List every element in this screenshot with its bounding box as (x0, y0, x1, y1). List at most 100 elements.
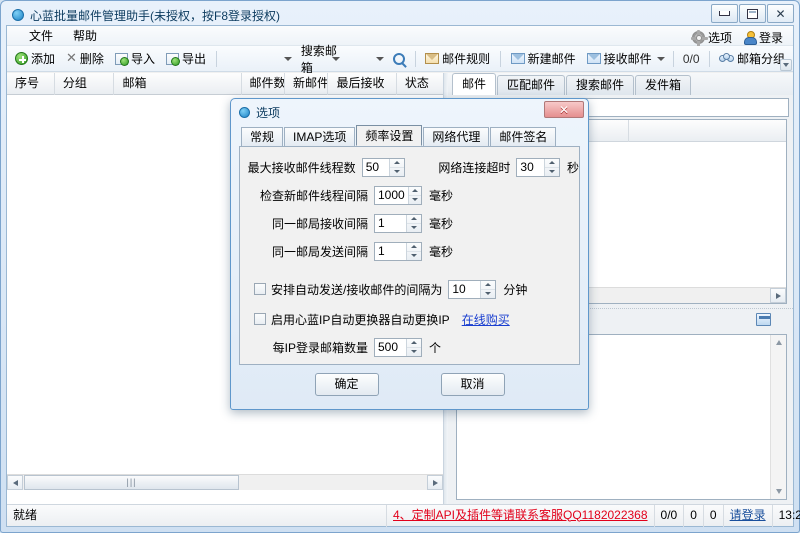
column-header-index[interactable]: 序号 (7, 73, 55, 95)
add-button[interactable]: 添加 (11, 48, 59, 69)
dialog-tab-imap[interactable]: IMAP选项 (284, 127, 355, 146)
column-header-lastrecv[interactable]: 最后接收 (328, 73, 396, 95)
same-server-send-spinner[interactable]: 1 (374, 242, 422, 261)
dialog-button-row: 确定 取消 (239, 373, 580, 397)
preview-scroll-up-button[interactable] (771, 335, 786, 350)
auto-schedule-increment[interactable] (481, 281, 495, 290)
cancel-button[interactable]: 取消 (441, 373, 505, 396)
same-server-send-decrement[interactable] (407, 252, 421, 260)
mail-rule-button[interactable]: 邮件规则 (421, 48, 494, 69)
scroll-right-button[interactable] (427, 475, 443, 490)
maximize-button[interactable] (739, 4, 766, 23)
tab-search[interactable]: 搜索邮件 (566, 75, 634, 95)
close-button[interactable]: ✕ (767, 4, 794, 23)
search-button[interactable] (389, 51, 409, 67)
minimize-button[interactable] (711, 4, 738, 23)
column-header-mailbox[interactable]: 邮箱 (114, 73, 241, 95)
preview-scroll-down-button[interactable] (771, 484, 786, 499)
max-threads-decrement[interactable] (390, 168, 404, 176)
user-icon (744, 31, 756, 44)
same-server-send-increment[interactable] (407, 243, 421, 252)
buy-online-link[interactable]: 在线购买 (462, 311, 510, 328)
menu-item-file[interactable]: 文件 (19, 25, 63, 46)
app-circle-icon (12, 9, 24, 21)
options-button[interactable]: 选项 (688, 28, 736, 47)
check-interval-decrement[interactable] (409, 196, 421, 204)
title-bar: 心蓝批量邮件管理助手(未授权，按F8登录授权) ✕ (6, 5, 794, 25)
dialog-close-button[interactable]: ✕ (544, 101, 584, 118)
status-count-2: 0 (684, 505, 704, 527)
same-server-receive-increment[interactable] (407, 215, 421, 224)
tab-outbox[interactable]: 发件箱 (635, 75, 691, 95)
new-mail-label: 新建邮件 (528, 50, 576, 67)
export-button[interactable]: 导出 (162, 48, 210, 69)
accounts-grid-header: 序号 分组 邮箱 邮件数 新邮件 最后接收 状态 (7, 73, 443, 95)
menu-item-help[interactable]: 帮助 (63, 25, 107, 46)
dialog-tab-signature[interactable]: 邮件签名 (490, 127, 556, 146)
preview-vscrollbar[interactable] (770, 335, 786, 499)
dialog-tab-proxy[interactable]: 网络代理 (423, 127, 489, 146)
timeout-spinner[interactable]: 30 (516, 158, 560, 177)
column-header-status[interactable]: 状态 (397, 73, 443, 95)
mailbox-group-button[interactable]: 邮箱分组 (715, 48, 789, 69)
ip-changer-checkbox[interactable] (254, 313, 266, 325)
dialog-tab-frequency[interactable]: 频率设置 (356, 125, 422, 146)
auto-schedule-decrement[interactable] (481, 290, 495, 298)
delete-button[interactable]: ✕ 删除 (62, 48, 108, 69)
column-header-newmail[interactable]: 新邮件 (285, 73, 328, 95)
status-notice-link[interactable]: 4、定制API及插件等请联系客服QQ1182022368 (387, 505, 655, 527)
chevron-right-icon (776, 293, 781, 299)
same-server-receive-decrement[interactable] (407, 224, 421, 232)
auto-schedule-checkbox[interactable] (254, 283, 266, 295)
options-button-label: 选项 (708, 29, 732, 46)
login-button-label: 登录 (759, 29, 783, 46)
forward-mail-icon[interactable] (756, 313, 771, 326)
login-button[interactable]: 登录 (740, 28, 787, 47)
toolbar-overflow-button[interactable] (780, 59, 792, 71)
max-threads-increment[interactable] (390, 159, 404, 168)
window-title: 心蓝批量邮件管理助手(未授权，按F8登录授权) (30, 7, 280, 24)
import-button[interactable]: 导入 (111, 48, 159, 69)
check-interval-unit: 毫秒 (429, 187, 453, 204)
ip-changer-label: 启用心蓝IP自动更换器自动更换IP (271, 311, 450, 328)
receive-mail-button[interactable]: 接收邮件 (583, 48, 656, 69)
new-mail-button[interactable]: 新建邮件 (507, 48, 580, 69)
timeout-decrement[interactable] (545, 168, 559, 176)
check-interval-spinner[interactable]: 1000 (374, 186, 422, 205)
dialog-title: 选项 (256, 104, 280, 121)
hscroll-thumb[interactable]: ||| (24, 475, 239, 490)
status-ready-text: 就绪 (7, 505, 387, 527)
per-ip-decrement[interactable] (407, 348, 421, 356)
dialog-tab-general[interactable]: 常规 (241, 127, 283, 146)
accounts-hscrollbar[interactable]: ||| (7, 474, 443, 490)
mail-scroll-right-button[interactable] (770, 288, 786, 303)
minimize-icon (719, 11, 730, 16)
per-ip-spinner[interactable]: 500 (374, 338, 422, 357)
ok-button[interactable]: 确定 (315, 373, 379, 396)
options-dialog: 选项 ✕ 常规 IMAP选项 频率设置 网络代理 邮件签名 最大接收邮件线程数 … (230, 98, 589, 410)
column-header-group[interactable]: 分组 (55, 73, 115, 95)
search-scope-combo[interactable]: 搜索邮箱 (297, 49, 342, 69)
same-server-send-unit: 毫秒 (429, 243, 453, 260)
status-login-link[interactable]: 请登录 (724, 505, 773, 527)
check-interval-increment[interactable] (409, 187, 421, 196)
import-button-label: 导入 (131, 50, 155, 67)
auto-schedule-spinner[interactable]: 10 (448, 280, 496, 299)
per-ip-increment[interactable] (407, 339, 421, 348)
scroll-left-button[interactable] (7, 475, 23, 490)
column-header-mailcount[interactable]: 邮件数 (242, 73, 285, 95)
receive-mail-dropdown[interactable] (659, 49, 668, 69)
search-keyword-combo[interactable] (345, 49, 386, 69)
filter-combo[interactable] (222, 49, 293, 69)
tab-mail[interactable]: 邮件 (452, 73, 496, 95)
max-threads-spinner[interactable]: 50 (362, 158, 406, 177)
check-interval-value: 1000 (375, 187, 408, 204)
dialog-tabstrip: 常规 IMAP选项 频率设置 网络代理 邮件签名 (239, 125, 580, 146)
check-interval-label: 检查新邮件线程间隔 (240, 187, 368, 204)
same-server-receive-spinner[interactable]: 1 (374, 214, 422, 233)
tab-matched[interactable]: 匹配邮件 (497, 75, 565, 95)
mail-rule-label: 邮件规则 (442, 50, 490, 67)
timeout-increment[interactable] (545, 159, 559, 168)
same-server-receive-value: 1 (375, 215, 406, 232)
status-clock: 13:29:12 (773, 505, 800, 527)
